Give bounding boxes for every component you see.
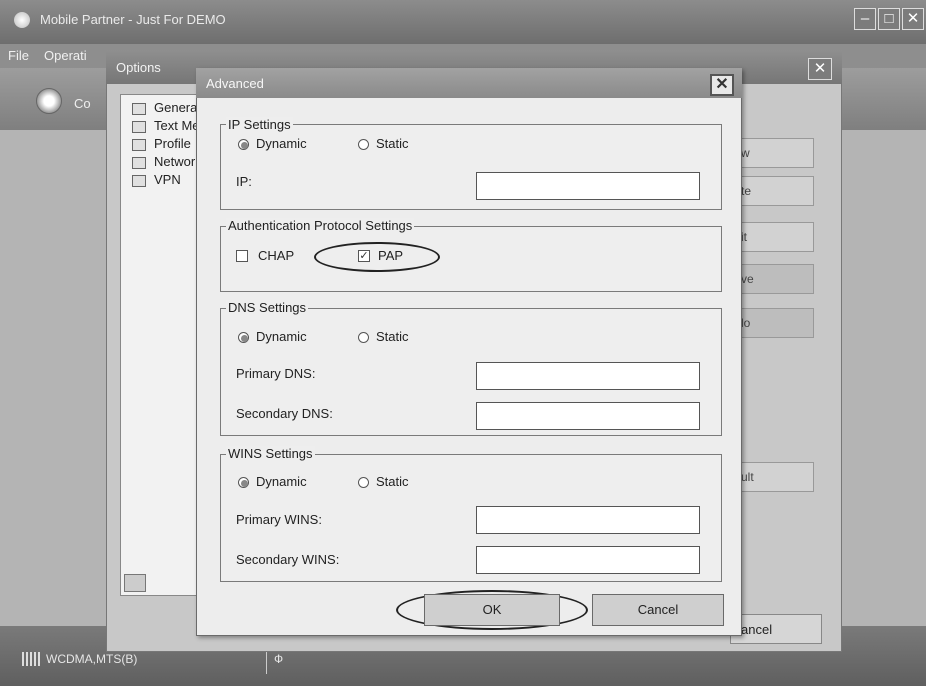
options-close-icon[interactable]: ✕ [808,58,832,80]
tree-item-general[interactable]: Genera [132,100,197,116]
menu-file[interactable]: File [8,48,29,63]
menu-operations[interactable]: Operati [44,48,87,63]
secondary-dns-field[interactable] [476,402,700,430]
profile-delete-button[interactable]: te [730,176,814,206]
folder-icon [132,174,146,187]
status-mode: Ф [274,652,284,666]
folder-icon [132,156,146,169]
secondary-wins-field[interactable] [476,546,700,574]
dns-static-label[interactable]: Static [376,329,409,344]
primary-wins-label: Primary WINS: [236,512,322,527]
secondary-dns-label: Secondary DNS: [236,406,333,421]
profile-default-button[interactable]: ult [730,462,814,492]
cancel-button[interactable]: Cancel [592,594,724,626]
wins-dynamic-label[interactable]: Dynamic [256,474,307,489]
wins-static-label[interactable]: Static [376,474,409,489]
ip-dynamic-radio[interactable] [238,139,249,150]
ip-dynamic-label[interactable]: Dynamic [256,136,307,151]
tree-item-profile[interactable]: Profile [132,136,191,152]
primary-wins-field[interactable] [476,506,700,534]
dns-dynamic-label[interactable]: Dynamic [256,329,307,344]
advanced-title: Advanced [206,76,264,91]
app-logo-icon [14,12,30,28]
tree-item-vpn[interactable]: VPN [132,172,181,188]
ip-static-label[interactable]: Static [376,136,409,151]
tree-item-text-message[interactable]: Text Me [132,118,200,134]
connect-icon[interactable] [36,88,62,114]
secondary-wins-label: Secondary WINS: [236,552,340,567]
profile-new-button[interactable]: w [730,138,814,168]
folder-icon [132,120,146,133]
auth-settings-legend: Authentication Protocol Settings [226,218,415,233]
options-cancel-button[interactable]: ancel [730,614,822,644]
chap-label[interactable]: CHAP [258,248,294,263]
folder-icon [132,102,146,115]
primary-dns-label: Primary DNS: [236,366,316,381]
pap-checkbox[interactable]: ✓ [358,250,370,262]
pap-label[interactable]: PAP [378,248,403,263]
profile-advanced-button[interactable]: lo [730,308,814,338]
ip-static-radio[interactable] [358,139,369,150]
connect-label[interactable]: Co [74,96,91,111]
auth-settings-group [220,226,722,292]
tree-item-network[interactable]: Networ [132,154,195,170]
ip-address-field[interactable] [476,172,700,200]
maximize-icon[interactable]: □ [878,8,900,30]
close-icon[interactable]: ✕ [902,8,924,30]
primary-dns-field[interactable] [476,362,700,390]
wins-static-radio[interactable] [358,477,369,488]
scroll-left-button[interactable] [124,574,146,592]
ip-settings-legend: IP Settings [226,117,293,132]
minimize-icon[interactable]: – [854,8,876,30]
profile-save-button[interactable]: ve [730,264,814,294]
wins-dynamic-radio[interactable] [238,477,249,488]
signal-strength-icon [22,652,40,666]
pap-highlight-ring [314,242,440,272]
advanced-close-button[interactable]: ✕ [710,74,734,96]
profile-edit-button[interactable]: it [730,222,814,252]
folder-open-icon [132,138,146,151]
status-network: WCDMA,MTS(B) [46,652,138,666]
options-title: Options [116,60,161,75]
chap-checkbox[interactable] [236,250,248,262]
ok-button[interactable]: OK [424,594,560,626]
dns-settings-legend: DNS Settings [226,300,309,315]
main-window-title: Mobile Partner - Just For DEMO [40,12,226,27]
dns-static-radio[interactable] [358,332,369,343]
wins-settings-legend: WINS Settings [226,446,315,461]
dns-dynamic-radio[interactable] [238,332,249,343]
ip-label: IP: [236,174,252,189]
advanced-title-bar [196,68,742,98]
